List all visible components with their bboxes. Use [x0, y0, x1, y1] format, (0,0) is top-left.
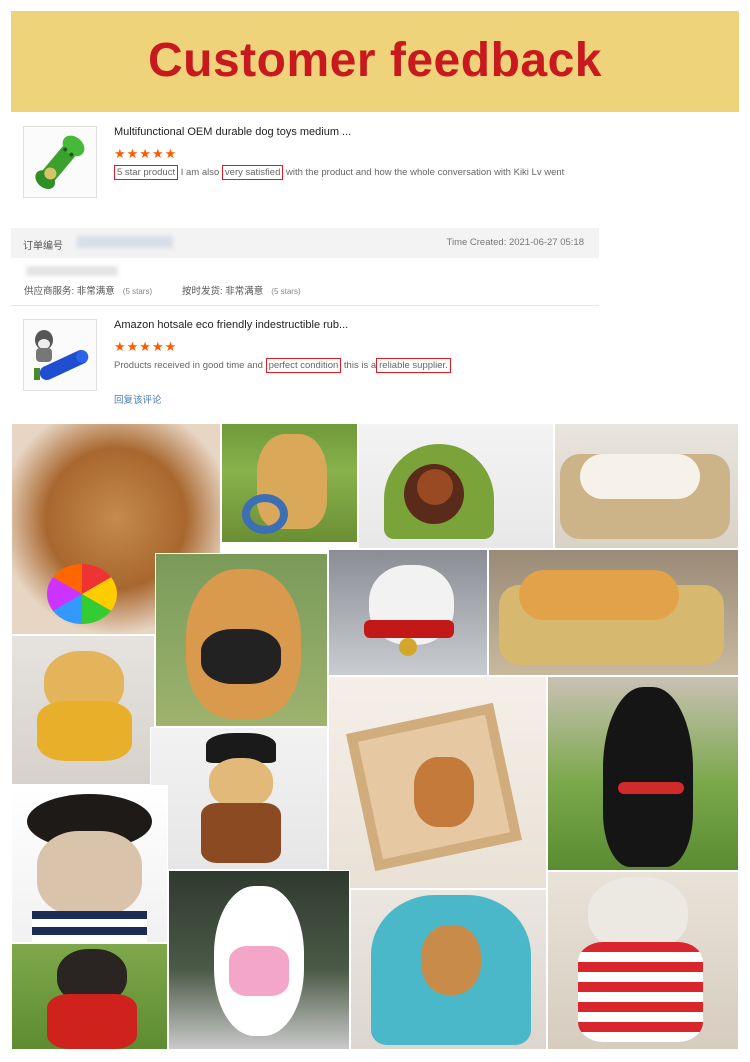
highlight-perfect-condition: perfect condition	[265, 358, 342, 373]
order-info-bar: 订单编号 Time Created: 2021-06-27 05:18	[11, 228, 599, 258]
photo-dog-in-pirate-costume	[150, 727, 328, 870]
header-banner: Customer feedback	[11, 11, 739, 112]
divider	[11, 305, 599, 306]
product-thumbnail-dog-toy[interactable]	[23, 126, 97, 198]
supplier-service-rating: 供应商服务: 非常满意 (5 stars)	[24, 283, 152, 297]
photo-black-labrador-with-red-collar	[547, 676, 739, 871]
blurred-order-number	[77, 236, 173, 248]
star-rating: ★★★★★	[114, 339, 178, 354]
blue-rubber-toy-icon	[24, 320, 96, 390]
green-dog-toy-icon	[24, 127, 96, 197]
photo-golden-retriever-with-rope-ring	[221, 423, 358, 543]
time-created: Time Created: 2021-06-27 05:18	[446, 237, 584, 248]
comment-text: with the product and how the whole conve…	[283, 167, 565, 178]
star-rating: ★★★★★	[114, 146, 178, 161]
supplier-stars: (5 stars)	[122, 287, 153, 296]
photo-spaniel-under-blue-towel	[350, 889, 547, 1050]
reply-comment-link[interactable]: 回复该评论	[114, 392, 162, 406]
ontime-shipping-rating: 按时发货: 非常满意 (5 stars)	[182, 283, 301, 297]
comment-text: I am also	[178, 167, 222, 178]
photo-golden-dog-on-plush-bed	[488, 549, 739, 676]
product-thumbnail-rubber-toy[interactable]	[23, 319, 97, 391]
comment-text: Products received in good time and	[114, 360, 266, 371]
photo-poodle-in-pink-harness	[168, 870, 350, 1050]
photo-french-bulldog-in-red-harness	[11, 943, 168, 1050]
photo-shiba-inu-with-muzzle	[155, 553, 328, 727]
blurred-text	[26, 266, 118, 276]
review-comment: 5 star product I am also very satisfied …	[114, 165, 565, 180]
supplier-service-label: 供应商服务: 非常满意	[24, 286, 115, 297]
order-number-label: 订单编号	[23, 241, 63, 252]
highlight-very-satisfied: very satisfied	[221, 165, 284, 180]
product-title[interactable]: Multifunctional OEM durable dog toys med…	[114, 126, 351, 138]
highlight-reliable-supplier: reliable supplier.	[376, 358, 451, 373]
comment-text: this is a	[341, 360, 377, 371]
photo-teddy-dog-in-bear-costume	[11, 635, 155, 785]
photo-grey-cat-with-red-bow-collar	[328, 549, 488, 676]
photo-poodle-in-striped-sailor-shirt	[547, 871, 739, 1050]
photo-bulldog-with-curly-wig	[11, 785, 168, 943]
photo-chihuahua-in-wooden-house	[328, 676, 547, 889]
highlight-5-star-product: 5 star product	[114, 165, 179, 180]
product-title[interactable]: Amazon hotsale eco friendly indestructib…	[114, 319, 348, 331]
ontime-shipping-label: 按时发货: 非常满意	[182, 286, 264, 297]
shipping-stars: (5 stars)	[271, 287, 301, 296]
photo-dog-sleeping-on-cushion-bed	[554, 423, 739, 549]
review-comment: Products received in good time and perfe…	[114, 358, 451, 373]
banner-title: Customer feedback	[148, 34, 602, 87]
photo-poodle-in-green-cat-cave-bed	[358, 423, 554, 549]
